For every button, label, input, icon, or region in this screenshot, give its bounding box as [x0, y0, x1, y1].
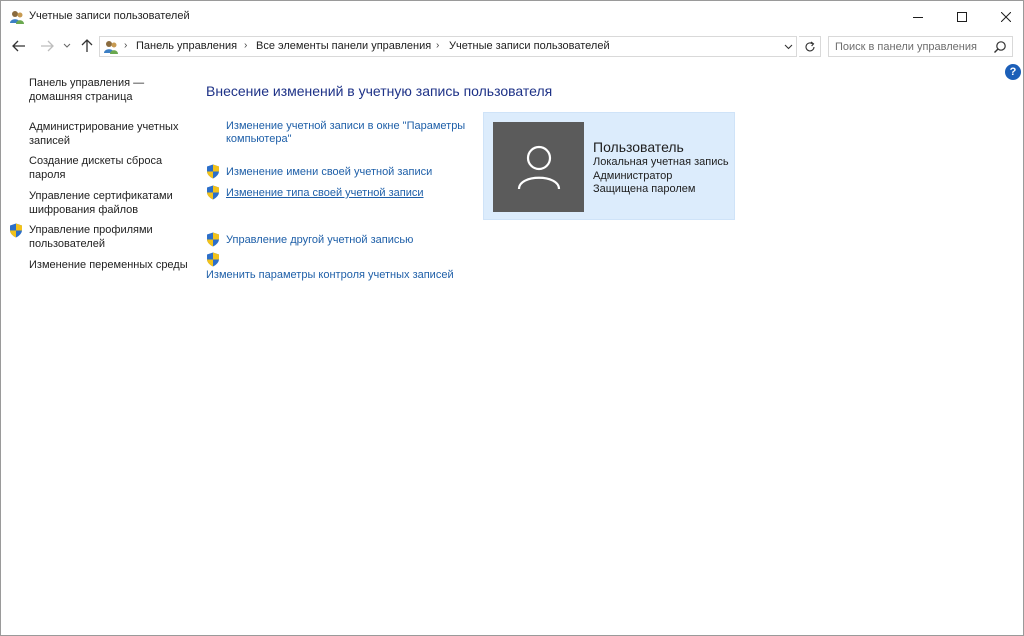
uac-shield-icon: [206, 185, 220, 200]
avatar[interactable]: [493, 122, 584, 212]
link-change-account-pc-settings[interactable]: Изменение учетной записи в окне "Парамет…: [226, 120, 476, 146]
sidebar-item-password-reset-disk[interactable]: Создание дискеты сброса пароля: [29, 154, 189, 182]
page-title: Внесение изменений в учетную запись поль…: [206, 83, 553, 99]
up-arrow-icon[interactable]: [77, 36, 97, 56]
user-silhouette-icon: [517, 145, 560, 190]
sidebar-item-manage-accounts[interactable]: Администрирование учетных записей: [29, 120, 189, 148]
minimize-button[interactable]: [895, 1, 941, 32]
help-icon[interactable]: ?: [1005, 64, 1021, 80]
search-input[interactable]: [835, 39, 985, 54]
navigation-bar: › Панель управления › Все элементы панел…: [1, 32, 1023, 60]
user-card: Пользователь Локальная учетная запись Ад…: [483, 112, 735, 220]
breadcrumb-separator-icon[interactable]: ›: [124, 40, 127, 51]
refresh-icon[interactable]: [799, 36, 821, 57]
link-change-account-name[interactable]: Изменение имени своей учетной записи: [226, 166, 432, 179]
search-icon[interactable]: [993, 40, 1007, 54]
user-accounts-icon: [9, 9, 25, 25]
close-button[interactable]: [983, 1, 1024, 32]
link-manage-another-account[interactable]: Управление другой учетной записью: [226, 234, 413, 247]
uac-shield-icon: [9, 223, 23, 238]
back-arrow-icon[interactable]: [9, 36, 29, 56]
uac-shield-icon: [206, 164, 220, 179]
breadcrumb-separator-icon[interactable]: ›: [244, 40, 247, 51]
forward-arrow-icon[interactable]: [37, 36, 57, 56]
recent-locations-chevron-icon[interactable]: [61, 36, 73, 56]
sidebar-item-user-profiles[interactable]: Управление профилями пользователей: [29, 223, 189, 251]
account-role: Администратор: [593, 170, 673, 182]
sidebar-item-control-panel-home[interactable]: Панель управления — домашняя страница: [29, 76, 189, 104]
sidebar-item-environment-variables[interactable]: Изменение переменных среды: [29, 258, 189, 272]
window-title: Учетные записи пользователей: [29, 10, 190, 22]
breadcrumb-user-accounts[interactable]: Учетные записи пользователей: [449, 40, 610, 52]
breadcrumb-separator-icon[interactable]: ›: [436, 40, 439, 51]
link-change-account-type[interactable]: Изменение типа своей учетной записи: [226, 187, 424, 200]
breadcrumb-control-panel[interactable]: Панель управления: [136, 40, 237, 52]
sidebar-item-encryption-certificates[interactable]: Управление сертификатами шифрования файл…: [29, 189, 189, 217]
search-box[interactable]: [828, 36, 1013, 57]
link-uac-settings[interactable]: Изменить параметры контроля учетных запи…: [206, 269, 454, 282]
control-panel-icon: [103, 39, 119, 55]
uac-shield-icon: [206, 252, 220, 267]
password-status: Защищена паролем: [593, 183, 696, 195]
control-panel-window: Учетные записи пользователей › Панель уп…: [0, 0, 1024, 636]
title-bar[interactable]: Учетные записи пользователей: [1, 1, 1023, 32]
address-history-chevron-icon[interactable]: [782, 40, 794, 54]
account-type: Локальная учетная запись: [593, 156, 729, 168]
maximize-button[interactable]: [939, 1, 985, 32]
breadcrumb-all-items[interactable]: Все элементы панели управления: [256, 40, 431, 52]
address-bar[interactable]: › Панель управления › Все элементы панел…: [99, 36, 797, 57]
uac-shield-icon: [206, 232, 220, 247]
user-name: Пользователь: [593, 139, 684, 155]
